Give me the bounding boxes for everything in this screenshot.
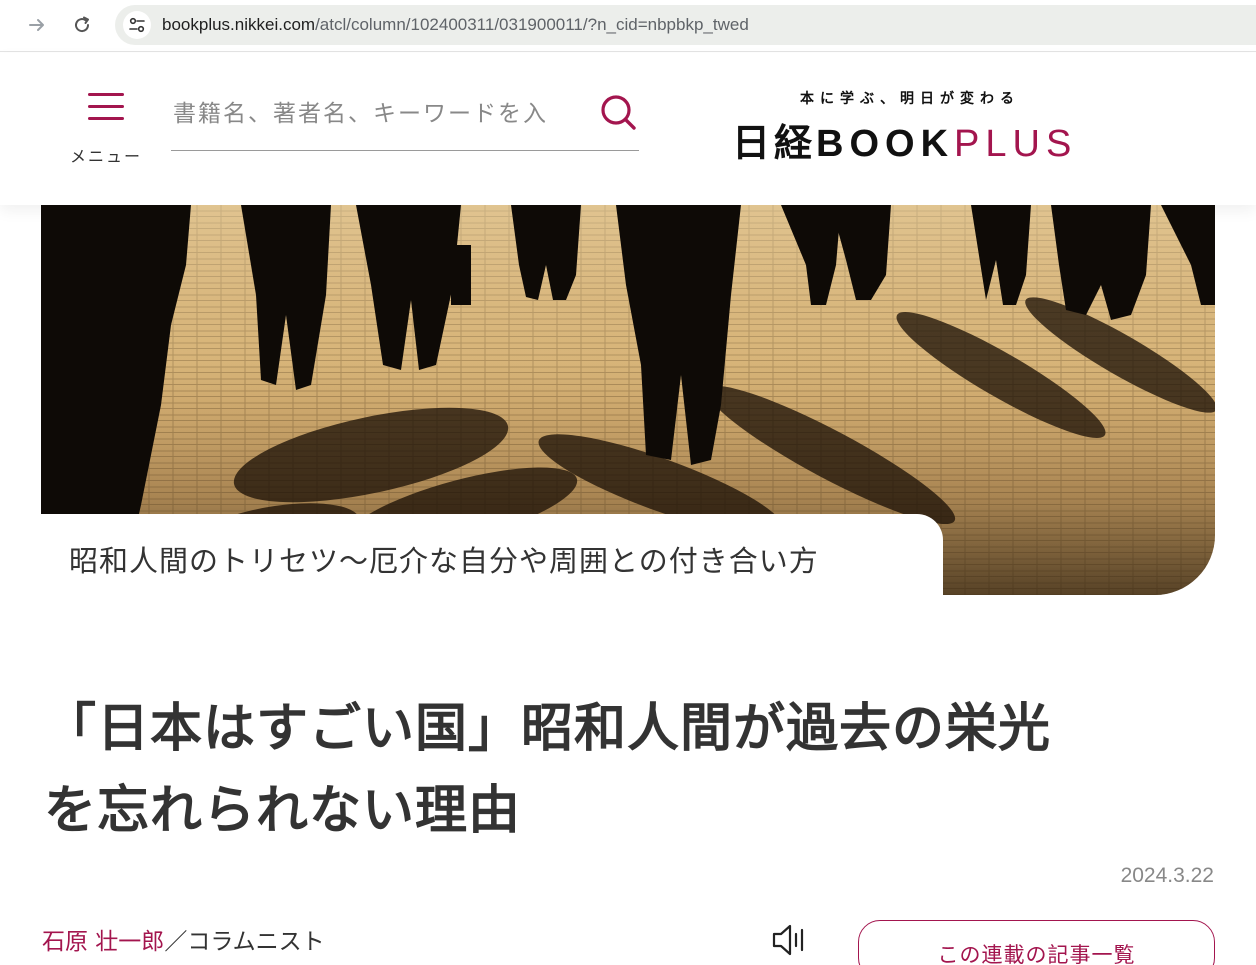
search-input[interactable] (171, 91, 581, 137)
logo-book: BOOK (816, 123, 955, 165)
url-text[interactable]: bookplus.nikkei.com/atcl/column/10240031… (162, 15, 749, 35)
reload-icon (75, 16, 90, 33)
series-label[interactable]: 昭和人間のトリセツ〜厄介な自分や周囲との付き合い方 (41, 514, 943, 596)
article-title: 「日本はすごい国」昭和人間が過去の栄光 を忘れられない理由 (44, 688, 1214, 852)
speaker-icon (772, 924, 804, 956)
address-bar[interactable]: bookplus.nikkei.com/atcl/column/10240031… (115, 5, 1256, 45)
menu-label: メニュー (69, 147, 142, 166)
series-title[interactable]: 昭和人間のトリセツ〜厄介な自分や周囲との付き合い方 (69, 538, 819, 580)
article-title-line-1: 「日本はすごい国」昭和人間が過去の栄光 (44, 699, 1052, 759)
menu-button[interactable]: メニュー (66, 93, 146, 169)
author-separator: ／ (164, 929, 188, 955)
url-path: /atcl/column/102400311/031900011/?n_cid=… (315, 15, 749, 34)
series-list-label: この連載の記事一覧 (937, 943, 1136, 965)
forward-button[interactable] (22, 10, 52, 40)
reload-button[interactable] (67, 10, 97, 40)
series-list-button[interactable]: この連載の記事一覧 (858, 920, 1215, 965)
search-icon (601, 95, 636, 130)
search-button[interactable] (599, 91, 639, 135)
logo-nikkei: 日経 (732, 121, 817, 165)
logo-tagline: 本に学ぶ、明日が変わる (800, 91, 1020, 107)
site-logo[interactable]: 本に学ぶ、明日が変わる 日経BOOKPLUS (730, 88, 1100, 168)
author-name-link[interactable]: 石原 壮一郎 (42, 929, 164, 955)
author-line: 石原 壮一郎／コラムニスト (42, 922, 325, 956)
article-title-line-2: を忘れられない理由 (44, 781, 522, 841)
logo-plus: PLUS (954, 123, 1078, 165)
tune-icon (129, 17, 145, 33)
article-date: 2024.3.22 (1120, 864, 1214, 887)
logo-wordmark: 日経BOOKPLUS (732, 112, 1077, 167)
hamburger-icon (88, 93, 124, 121)
url-host: bookplus.nikkei.com (162, 15, 316, 34)
author-role: コラムニスト (187, 929, 325, 955)
site-info-button[interactable] (123, 11, 151, 39)
arrow-right-icon (29, 19, 44, 31)
audio-read-button[interactable] (770, 922, 810, 958)
site-header: メニュー 本に学ぶ、明日が変わる 日経BOOKPLUS (0, 53, 1256, 205)
browser-toolbar: bookplus.nikkei.com/atcl/column/10240031… (0, 0, 1256, 52)
search-bar (171, 91, 639, 151)
